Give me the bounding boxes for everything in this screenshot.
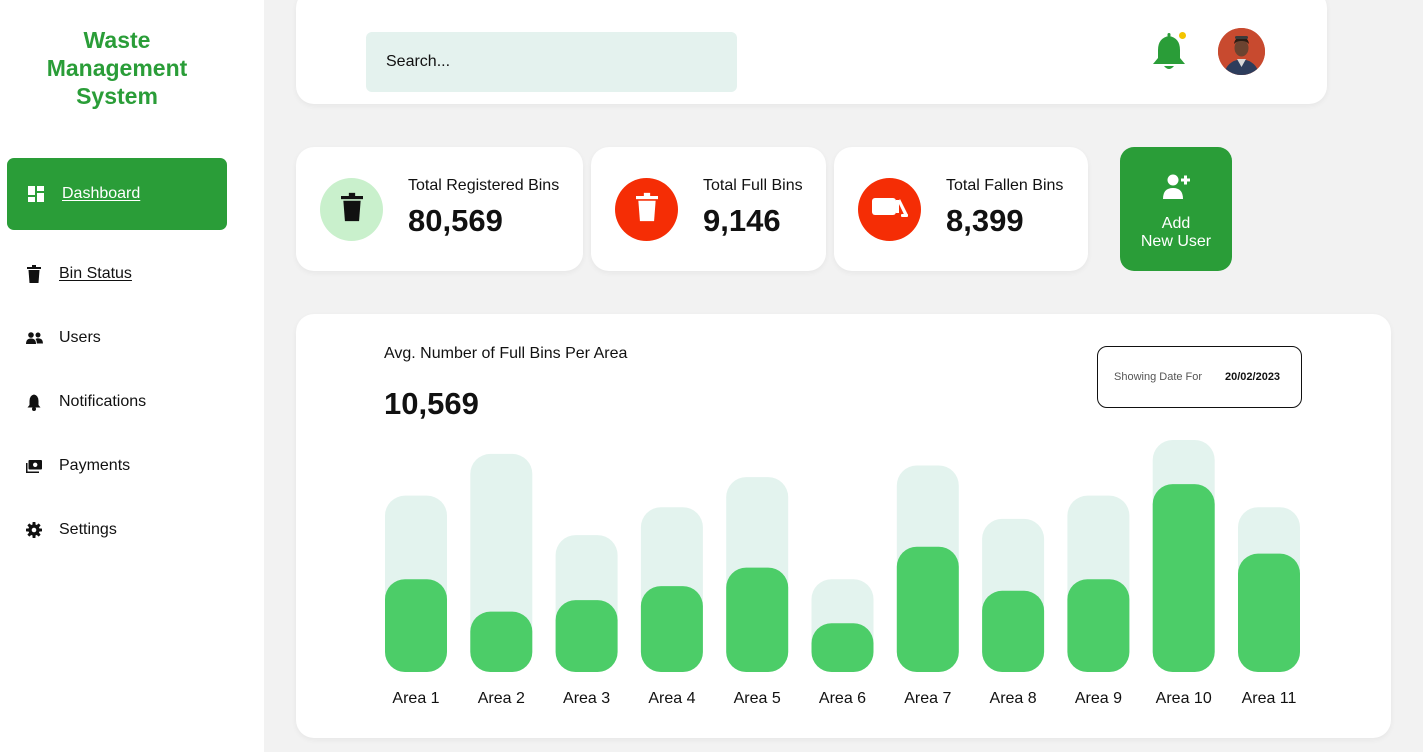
- sidebar-item-bin-status[interactable]: Bin Status: [7, 238, 227, 310]
- gear-icon: [25, 521, 43, 539]
- bell-icon: [25, 393, 43, 411]
- app-title: Waste Management System: [0, 26, 234, 110]
- sidebar-item-label: Notifications: [59, 393, 147, 410]
- bar-full-3: [555, 600, 618, 672]
- bar-full-2: [470, 611, 533, 672]
- add-user-button[interactable]: Add New User: [1120, 147, 1232, 271]
- sidebar-item-label: Payments: [59, 457, 131, 474]
- stat-icon-circle: [320, 178, 383, 241]
- app-title-line-3: System: [76, 83, 158, 109]
- bar-full-4: [640, 586, 703, 672]
- users-icon: [25, 329, 43, 347]
- stat-icon-circle: [615, 178, 678, 241]
- top-bar: [296, 0, 1327, 104]
- add-user-label: Add New User: [1120, 215, 1232, 251]
- sidebar-item-dashboard[interactable]: Dashboard: [7, 158, 227, 230]
- stat-card-fallen-bins: Total Fallen Bins 8,399: [834, 147, 1088, 271]
- dashboard-icon: [27, 185, 45, 203]
- sidebar-item-label: Users: [59, 329, 101, 346]
- add-user-label-line-2: New User: [1140, 233, 1212, 250]
- x-tick-label: Area 8: [990, 690, 1037, 707]
- sidebar-item-users[interactable]: Users: [7, 302, 227, 374]
- sidebar-item-label: Bin Status: [59, 265, 132, 282]
- bar-full-9: [1067, 579, 1130, 672]
- sidebar: Waste Management System Dashboard Bin St…: [0, 0, 264, 752]
- stat-title: Total Full Bins: [703, 177, 803, 194]
- x-tick-label: Area 7: [904, 690, 951, 707]
- stat-icon-circle: [858, 178, 921, 241]
- sidebar-item-payments[interactable]: Payments: [7, 430, 227, 502]
- trash-icon: [340, 192, 363, 227]
- stat-value: 9,146: [703, 203, 781, 238]
- add-user-icon: [1163, 173, 1191, 204]
- x-tick-label: Area 6: [819, 690, 866, 707]
- bar-full-10: [1152, 484, 1215, 672]
- stat-value: 8,399: [946, 203, 1024, 238]
- stat-value: 80,569: [408, 203, 503, 238]
- app-title-line-1: Waste: [83, 27, 151, 53]
- bar-chart: Area 1 Area 2 Area 3 Area 4 Area 5 Area 6 Area…: [385, 440, 1300, 707]
- bar-full-11: [1238, 553, 1300, 672]
- sidebar-item-label: Settings: [59, 521, 117, 538]
- x-tick-label: Area 1: [392, 690, 439, 707]
- x-tick-label: Area 10: [1156, 690, 1212, 707]
- notification-dot: [1178, 31, 1187, 40]
- avatar[interactable]: [1218, 28, 1265, 75]
- bar-full-5: [726, 567, 789, 672]
- x-tick-label: Area 5: [734, 690, 781, 707]
- search-input[interactable]: [366, 32, 737, 92]
- payments-icon: [25, 457, 43, 475]
- trash-icon: [25, 265, 43, 283]
- chart-panel: Avg. Number of Full Bins Per Area 10,569…: [296, 314, 1391, 738]
- bar-full-1: [385, 579, 447, 672]
- stat-title: Total Registered Bins: [408, 177, 560, 194]
- x-tick-label: Area 4: [648, 690, 695, 707]
- x-tick-label: Area 2: [478, 690, 525, 707]
- app-title-line-2: Management: [46, 55, 188, 81]
- fallen-bin-icon: [871, 195, 909, 224]
- sidebar-item-settings[interactable]: Settings: [7, 494, 227, 566]
- bar-full-6: [811, 623, 874, 672]
- bar-full-8: [982, 590, 1045, 672]
- stat-card-registered-bins: Total Registered Bins 80,569: [296, 147, 583, 271]
- stat-title: Total Fallen Bins: [946, 177, 1064, 194]
- x-tick-label: Area 9: [1075, 690, 1122, 707]
- add-user-label-line-1: Add: [1161, 215, 1191, 232]
- trash-icon: [635, 192, 658, 227]
- x-tick-label: Area 11: [1242, 690, 1297, 707]
- sidebar-item-label: Dashboard: [62, 185, 141, 202]
- stat-card-full-bins: Total Full Bins 9,146: [591, 147, 826, 271]
- x-tick-label: Area 3: [563, 690, 610, 707]
- bar-full-7: [896, 546, 959, 672]
- sidebar-item-notifications[interactable]: Notifications: [7, 366, 227, 438]
